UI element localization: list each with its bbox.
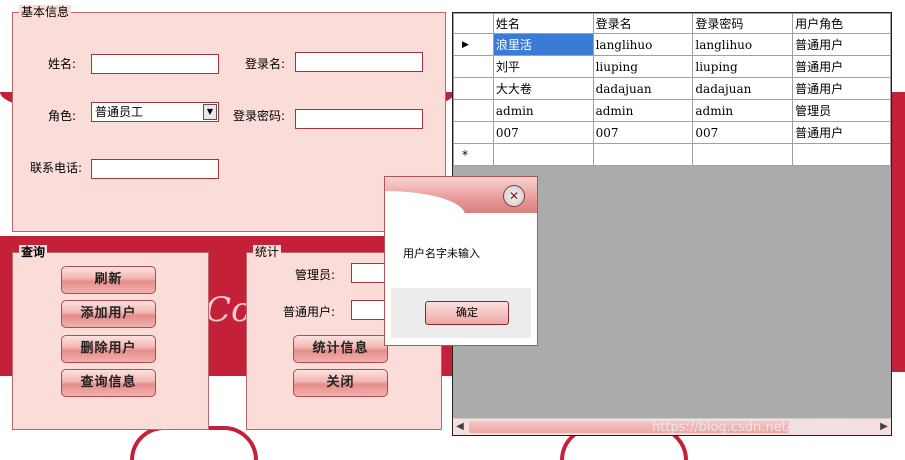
add-user-button[interactable]: 添加用户 [61,300,156,328]
password-input[interactable] [295,109,423,129]
close-icon[interactable]: ✕ [503,185,525,207]
phone-input[interactable] [91,159,219,179]
query-group: 查询 刷新 添加用户 删除用户 查询信息 [12,245,209,430]
chevron-down-icon[interactable]: ▼ [203,104,217,120]
message-text: 用户名字未输入 [403,247,480,260]
table-cell[interactable]: 007 [592,121,694,144]
row-header-corner [453,13,494,34]
table-cell[interactable]: liuping [592,55,694,78]
new-row[interactable]: * [453,143,891,166]
stats-button[interactable]: 统计信息 [293,335,388,363]
scroll-left-icon[interactable]: ◀ [453,419,467,435]
table-cell[interactable]: dadajuan [692,77,794,100]
table-row[interactable]: 刘平 liuping liuping 普通用户 [453,55,891,78]
admin-count-label: 管理员: [295,268,336,282]
table-cell[interactable]: 普通用户 [792,121,891,144]
column-header-login[interactable]: 登录名 [592,13,694,34]
row-header[interactable] [453,77,494,100]
table-row[interactable]: admin admin admin 管理员 [453,99,891,122]
table-cell[interactable]: admin [492,99,594,122]
row-header[interactable] [453,99,494,122]
phone-label: 联系电话: [30,161,83,175]
new-row-icon[interactable]: * [453,143,494,166]
role-select-value: 普通员工 [95,105,144,119]
table-cell[interactable]: 007 [692,121,794,144]
column-header-password[interactable]: 登录密码 [692,13,794,34]
basic-info-group: 基本信息 姓名: 登录名: 角色: 普通员工 ▼ 登录密码: 联系电话: [12,5,446,232]
query-info-button[interactable]: 查询信息 [61,369,156,397]
table-cell[interactable]: 管理员 [792,99,891,122]
table-cell[interactable]: 普通用户 [792,77,891,100]
basic-info-legend: 基本信息 [19,5,72,19]
background-logo: Co [205,290,252,330]
table-cell[interactable]: 浪里活 [492,33,594,56]
table-cell[interactable]: 大大卷 [492,77,594,100]
table-cell[interactable] [692,143,794,166]
table-cell[interactable]: admin [692,99,794,122]
query-legend: 查询 [19,245,48,259]
refresh-button[interactable]: 刷新 [61,266,156,294]
table-row[interactable]: ▶ 浪里活 langlihuo langlihuo 普通用户 [453,33,891,56]
message-box: ✕ 用户名字未输入 确定 [384,176,538,346]
table-cell[interactable]: dadajuan [592,77,694,100]
table-cell[interactable]: langlihuo [592,33,694,56]
background-arc [130,426,258,460]
name-input[interactable] [91,54,219,74]
delete-user-button[interactable]: 删除用户 [61,335,156,363]
table-cell[interactable] [592,143,694,166]
grid-header-row: 姓名 登录名 登录密码 用户角色 [453,13,891,34]
ok-button[interactable]: 确定 [425,301,509,325]
table-cell[interactable]: admin [592,99,694,122]
row-header[interactable] [453,121,494,144]
table-cell[interactable]: 007 [492,121,594,144]
login-name-label: 登录名: [245,57,286,71]
close-button[interactable]: 关闭 [293,369,388,397]
table-cell[interactable]: 普通用户 [792,33,891,56]
role-select[interactable]: 普通员工 ▼ [91,102,219,122]
row-header[interactable] [453,55,494,78]
grid-table: 姓名 登录名 登录密码 用户角色 ▶ 浪里活 langlihuo langlih… [453,13,891,166]
table-cell[interactable] [792,143,891,166]
column-header-role[interactable]: 用户角色 [792,13,891,34]
table-cell[interactable] [492,143,594,166]
table-cell[interactable]: 普通用户 [792,55,891,78]
login-name-input[interactable] [295,52,423,72]
background-edge [892,92,905,372]
watermark: https://blog.csdn.net/qq_22658... [652,420,868,435]
name-label: 姓名: [48,57,77,71]
table-cell[interactable]: langlihuo [692,33,794,56]
current-row-icon[interactable]: ▶ [453,33,494,56]
table-cell[interactable]: liuping [692,55,794,78]
table-cell[interactable]: 刘平 [492,55,594,78]
table-row[interactable]: 大大卷 dadajuan dadajuan 普通用户 [453,77,891,100]
table-row[interactable]: 007 007 007 普通用户 [453,121,891,144]
stats-legend: 统计 [253,245,282,259]
role-label: 角色: [48,109,77,123]
user-count-label: 普通用户: [283,305,336,319]
password-label: 登录密码: [233,109,286,123]
scroll-right-icon[interactable]: ▶ [877,419,891,435]
column-header-name[interactable]: 姓名 [492,13,594,34]
